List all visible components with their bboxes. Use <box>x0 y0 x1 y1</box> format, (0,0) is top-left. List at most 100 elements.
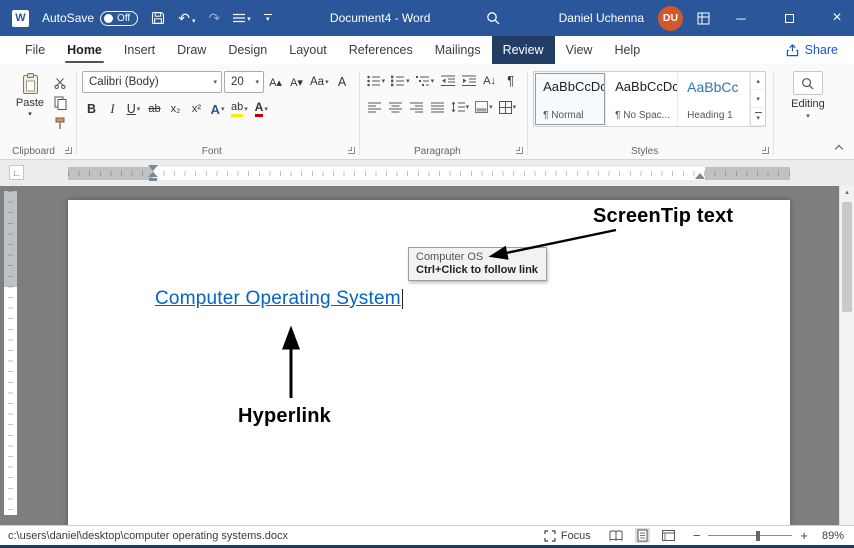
vertical-ruler[interactable] <box>4 191 17 515</box>
line-spacing-button[interactable]: ▾ <box>449 97 472 117</box>
document-hyperlink[interactable]: Computer Operating System <box>155 288 401 310</box>
horizontal-ruler[interactable] <box>68 167 790 180</box>
zoom-in-button[interactable]: + <box>800 529 808 542</box>
editing-label[interactable]: Editing <box>791 98 825 110</box>
text-highlight-button[interactable]: ab ▾ <box>229 99 250 119</box>
scroll-up-button[interactable]: ▴ <box>840 188 854 196</box>
word-app-icon[interactable]: W <box>12 9 29 27</box>
italic-button[interactable]: I <box>103 99 122 119</box>
multilevel-list-button[interactable]: ▾ <box>414 71 437 91</box>
tab-insert[interactable]: Insert <box>113 36 166 64</box>
redo-button[interactable]: ↷ <box>208 11 220 25</box>
align-left-button[interactable] <box>365 97 384 117</box>
copy-button[interactable] <box>54 96 67 110</box>
clear-formatting-button[interactable]: A <box>333 72 352 92</box>
zoom-out-button[interactable]: − <box>693 529 701 542</box>
autosave-toggle[interactable]: AutoSave Off <box>42 10 139 26</box>
tab-home[interactable]: Home <box>56 36 113 64</box>
share-button[interactable]: Share <box>770 36 854 64</box>
undo-button[interactable]: ↶ ▾ <box>178 11 195 25</box>
numbering-button[interactable]: ▾ <box>389 71 412 91</box>
read-mode-button[interactable] <box>607 529 625 542</box>
focus-button[interactable]: Focus <box>544 530 591 542</box>
tab-layout[interactable]: Layout <box>278 36 338 64</box>
tab-file[interactable]: File <box>14 36 56 64</box>
decrease-indent-button[interactable] <box>438 71 457 91</box>
shading-button[interactable]: ▾ <box>473 97 495 117</box>
quick-list-button[interactable]: ▾ <box>233 13 251 23</box>
subscript-button[interactable]: x₂ <box>166 99 185 119</box>
text-effects-button[interactable]: A ▾ <box>208 99 227 119</box>
show-hide-marks-button[interactable]: ¶ <box>501 71 520 91</box>
styles-scroll-up-button[interactable]: ▴ <box>751 72 766 90</box>
styles-more-button[interactable]: ▾ <box>751 108 766 126</box>
first-line-indent-marker[interactable] <box>148 165 158 171</box>
minimize-button[interactable]: ─ <box>724 0 758 36</box>
clipboard-dialog-launcher[interactable] <box>65 147 72 154</box>
print-layout-button[interactable] <box>634 528 650 543</box>
zoom-slider-thumb[interactable] <box>756 530 761 541</box>
cut-button[interactable] <box>54 76 67 90</box>
change-case-button[interactable]: Aa ▾ <box>308 72 331 92</box>
scrollbar-thumb[interactable] <box>842 202 852 312</box>
style-card-normal[interactable]: AaBbCcDc ¶ Normal <box>534 72 607 126</box>
user-avatar[interactable]: DU <box>658 5 683 31</box>
grow-font-icon: A▴ <box>269 76 282 89</box>
ribbon-display-options-button[interactable] <box>697 12 710 25</box>
align-center-button[interactable] <box>386 97 405 117</box>
zoom-percentage[interactable]: 89% <box>816 530 844 542</box>
user-name[interactable]: Daniel Uchenna <box>559 11 644 25</box>
styles-gallery-arrows: ▴ ▾ ▾ <box>750 72 766 126</box>
paste-clipboard-icon <box>22 73 38 94</box>
right-indent-marker[interactable] <box>695 173 705 179</box>
style-card-no-spacing[interactable]: AaBbCcDc ¶ No Spac... <box>606 72 679 126</box>
font-size-combobox[interactable]: 20 ▾ <box>224 71 264 93</box>
font-dialog-launcher[interactable] <box>347 147 355 154</box>
bullets-button[interactable]: ▾ <box>365 71 388 91</box>
align-right-button[interactable] <box>407 97 426 117</box>
tab-draw[interactable]: Draw <box>166 36 217 64</box>
web-layout-button[interactable] <box>660 529 677 542</box>
save-button[interactable] <box>151 11 165 25</box>
underline-button[interactable]: U ▾ <box>124 99 143 119</box>
format-painter-button[interactable] <box>54 116 67 130</box>
hanging-indent-marker[interactable] <box>148 172 158 177</box>
print-layout-icon <box>637 529 648 542</box>
font-color-button[interactable]: A ▾ <box>252 99 271 119</box>
style-card-heading1[interactable]: AaBbCc Heading 1 <box>678 72 751 126</box>
document-path[interactable]: c:\users\daniel\desktop\computer operati… <box>8 530 544 542</box>
left-indent-marker[interactable] <box>149 178 157 181</box>
sort-button[interactable]: A↓ <box>480 71 499 91</box>
grow-font-button[interactable]: A▴ <box>266 72 285 92</box>
find-button[interactable] <box>792 71 823 95</box>
tab-design[interactable]: Design <box>217 36 278 64</box>
toolbar-overflow-button[interactable]: ▾ <box>263 13 272 23</box>
shrink-font-button[interactable]: A▾ <box>287 72 306 92</box>
font-name-combobox[interactable]: Calibri (Body) ▾ <box>82 71 222 93</box>
superscript-button[interactable]: x² <box>187 99 206 119</box>
editing-dropdown-icon[interactable]: ▾ <box>806 113 810 120</box>
autosave-switch[interactable]: Off <box>100 10 139 26</box>
tab-references[interactable]: References <box>338 36 424 64</box>
tab-view[interactable]: View <box>555 36 604 64</box>
tab-help[interactable]: Help <box>603 36 651 64</box>
styles-scroll-down-button[interactable]: ▾ <box>751 90 766 108</box>
borders-button[interactable]: ▾ <box>497 97 519 117</box>
search-button[interactable] <box>486 11 500 25</box>
collapse-ribbon-button[interactable] <box>834 143 844 152</box>
close-button[interactable]: × <box>820 0 854 36</box>
styles-dialog-launcher[interactable] <box>762 147 770 154</box>
tab-review[interactable]: Review <box>491 36 555 64</box>
paste-button[interactable]: Paste ▾ <box>8 69 52 143</box>
strikethrough-button[interactable]: ab <box>145 99 164 119</box>
justify-button[interactable] <box>428 97 447 117</box>
vertical-scrollbar[interactable]: ▴ <box>839 186 854 525</box>
maximize-button[interactable] <box>772 0 806 36</box>
increase-indent-button[interactable] <box>459 71 478 91</box>
tab-stop-selector[interactable]: ∟ <box>9 165 24 180</box>
paragraph-dialog-launcher[interactable] <box>516 147 524 154</box>
minimize-icon: ─ <box>736 10 746 26</box>
tab-mailings[interactable]: Mailings <box>424 36 492 64</box>
zoom-slider[interactable] <box>708 530 793 542</box>
bold-button[interactable]: B <box>82 99 101 119</box>
